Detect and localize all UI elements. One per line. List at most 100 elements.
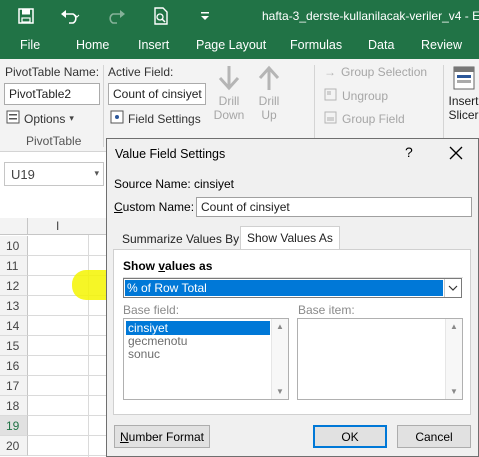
- cell-row[interactable]: [28, 336, 110, 356]
- number-format-button[interactable]: Number Format: [114, 425, 210, 448]
- tab-data[interactable]: Data: [368, 38, 394, 52]
- help-icon[interactable]: ?: [405, 144, 413, 160]
- group-field-label: Group Field: [342, 112, 405, 126]
- select-all-corner[interactable]: [0, 218, 28, 235]
- cell-row[interactable]: [28, 236, 110, 256]
- title-bar: hafta-3_derste-kullanilacak-veriler_v4 -…: [0, 0, 479, 33]
- tab-file[interactable]: File: [20, 38, 40, 52]
- redo-icon[interactable]: [104, 5, 130, 27]
- field-settings-button[interactable]: Field Settings: [110, 110, 201, 127]
- scroll-up-icon[interactable]: ▲: [276, 322, 284, 331]
- pivot-name-input[interactable]: PivotTable2: [4, 83, 100, 105]
- save-icon[interactable]: [14, 5, 38, 27]
- name-box-dropdown-icon[interactable]: ▾: [94, 168, 99, 179]
- row-header[interactable]: 17: [0, 376, 28, 396]
- cell-row[interactable]: [28, 376, 110, 396]
- options-icon: [6, 110, 20, 127]
- group-field-button[interactable]: Group Field: [324, 111, 405, 127]
- options-button[interactable]: Options ▾: [6, 110, 74, 127]
- options-dropdown-icon: ▾: [69, 113, 74, 123]
- ribbon-tabs: File Home Insert Page Layout Formulas Da…: [0, 33, 479, 59]
- tab-home[interactable]: Home: [76, 38, 109, 52]
- options-label: Options: [24, 111, 66, 126]
- slicer-icon: [452, 66, 476, 94]
- active-field-label: Active Field:: [108, 65, 174, 79]
- cell-row[interactable]: [28, 316, 110, 336]
- customize-icon[interactable]: [198, 5, 212, 27]
- row-header[interactable]: 14: [0, 316, 28, 336]
- scrollbar[interactable]: ▲ ▼: [271, 319, 288, 399]
- row-header[interactable]: 16: [0, 356, 28, 376]
- ribbon-separator: [314, 65, 315, 147]
- ribbon-separator: [443, 65, 444, 147]
- column-header-row: I: [0, 218, 110, 235]
- row-header[interactable]: 12: [0, 276, 28, 296]
- ungroup-button[interactable]: Ungroup: [324, 88, 388, 104]
- cell-row[interactable]: [28, 436, 110, 456]
- row-header[interactable]: 15: [0, 336, 28, 356]
- group-selection-icon: →: [324, 65, 336, 79]
- tab-review[interactable]: Review: [421, 38, 462, 52]
- ribbon-separator: [103, 65, 104, 147]
- chevron-down-icon[interactable]: [444, 279, 461, 297]
- tab-page-layout[interactable]: Page Layout: [196, 38, 266, 52]
- drill-up-line2: Up: [261, 108, 277, 122]
- base-item-label: Base item:: [298, 303, 355, 317]
- show-values-as-select[interactable]: % of Row Total: [123, 278, 462, 298]
- pivottable-group-label: PivotTable: [26, 134, 82, 148]
- field-settings-label: Field Settings: [128, 111, 201, 126]
- row-header[interactable]: 11: [0, 256, 28, 276]
- list-item[interactable]: sonuc: [126, 347, 162, 361]
- tab-show-values-as[interactable]: Show Values As: [240, 226, 340, 250]
- insert-slicer-line2: Slicer: [448, 108, 479, 122]
- dialog-title: Value Field Settings: [115, 147, 226, 161]
- row-header[interactable]: 20: [0, 436, 28, 456]
- base-field-label: Base field:: [123, 303, 180, 317]
- scroll-down-icon[interactable]: ▼: [276, 387, 284, 396]
- document-title: hafta-3_derste-kullanilacak-veriler_v4 -…: [262, 9, 479, 23]
- insert-slicer-button[interactable]: Insert Slicer: [448, 65, 479, 122]
- pivot-name-label: PivotTable Name:: [5, 65, 100, 79]
- base-item-list[interactable]: ▲ ▼: [297, 318, 463, 400]
- drill-up-line1: Drill: [258, 94, 280, 108]
- group-field-icon: [324, 111, 337, 127]
- show-values-as-value: % of Row Total: [125, 280, 443, 296]
- row-header-selected[interactable]: 19: [0, 416, 28, 436]
- base-field-list[interactable]: cinsiyet gecmenotu sonuc ▲ ▼: [123, 318, 289, 400]
- drill-up-icon: [258, 65, 280, 94]
- source-name-label: Source Name:: [114, 177, 191, 191]
- drill-down-icon: [218, 66, 240, 94]
- undo-icon[interactable]: [58, 5, 84, 27]
- scroll-down-icon[interactable]: ▼: [450, 387, 458, 396]
- group-selection-button[interactable]: → Group Selection: [324, 65, 427, 79]
- row-header[interactable]: 13: [0, 296, 28, 316]
- list-item[interactable]: cinsiyet: [126, 321, 270, 335]
- ungroup-label: Ungroup: [342, 89, 389, 103]
- column-header-i[interactable]: I: [56, 219, 59, 233]
- tab-formulas[interactable]: Formulas: [290, 38, 342, 52]
- cell-row[interactable]: [28, 416, 110, 436]
- cell-row[interactable]: [28, 396, 110, 416]
- show-values-as-label: Show values as: [123, 259, 213, 273]
- custom-name-input[interactable]: Count of cinsiyet: [196, 197, 472, 217]
- drill-down-button[interactable]: Drill Down: [212, 65, 246, 122]
- scrollbar[interactable]: ▲ ▼: [445, 319, 462, 399]
- close-icon[interactable]: [445, 142, 467, 164]
- cell-row[interactable]: [28, 356, 110, 376]
- row-header[interactable]: 18: [0, 396, 28, 416]
- cancel-button[interactable]: Cancel: [397, 425, 471, 448]
- value-field-settings-dialog: Value Field Settings ? Source Name: cins…: [106, 138, 479, 457]
- print-preview-icon[interactable]: [150, 5, 172, 27]
- field-settings-icon: [110, 110, 124, 127]
- tab-summarize-values-by[interactable]: Summarize Values By: [116, 228, 245, 250]
- tab-insert[interactable]: Insert: [138, 38, 169, 52]
- name-box-value: U19: [11, 167, 35, 182]
- row-header[interactable]: 10: [0, 236, 28, 256]
- list-item[interactable]: gecmenotu: [126, 334, 189, 348]
- scroll-up-icon[interactable]: ▲: [450, 322, 458, 331]
- drill-up-button[interactable]: Drill Up: [253, 65, 285, 122]
- ok-button[interactable]: OK: [313, 425, 387, 448]
- active-field-input[interactable]: Count of cinsiyet: [108, 83, 206, 105]
- name-box[interactable]: U19 ▾: [4, 162, 104, 186]
- ungroup-icon: [324, 88, 337, 104]
